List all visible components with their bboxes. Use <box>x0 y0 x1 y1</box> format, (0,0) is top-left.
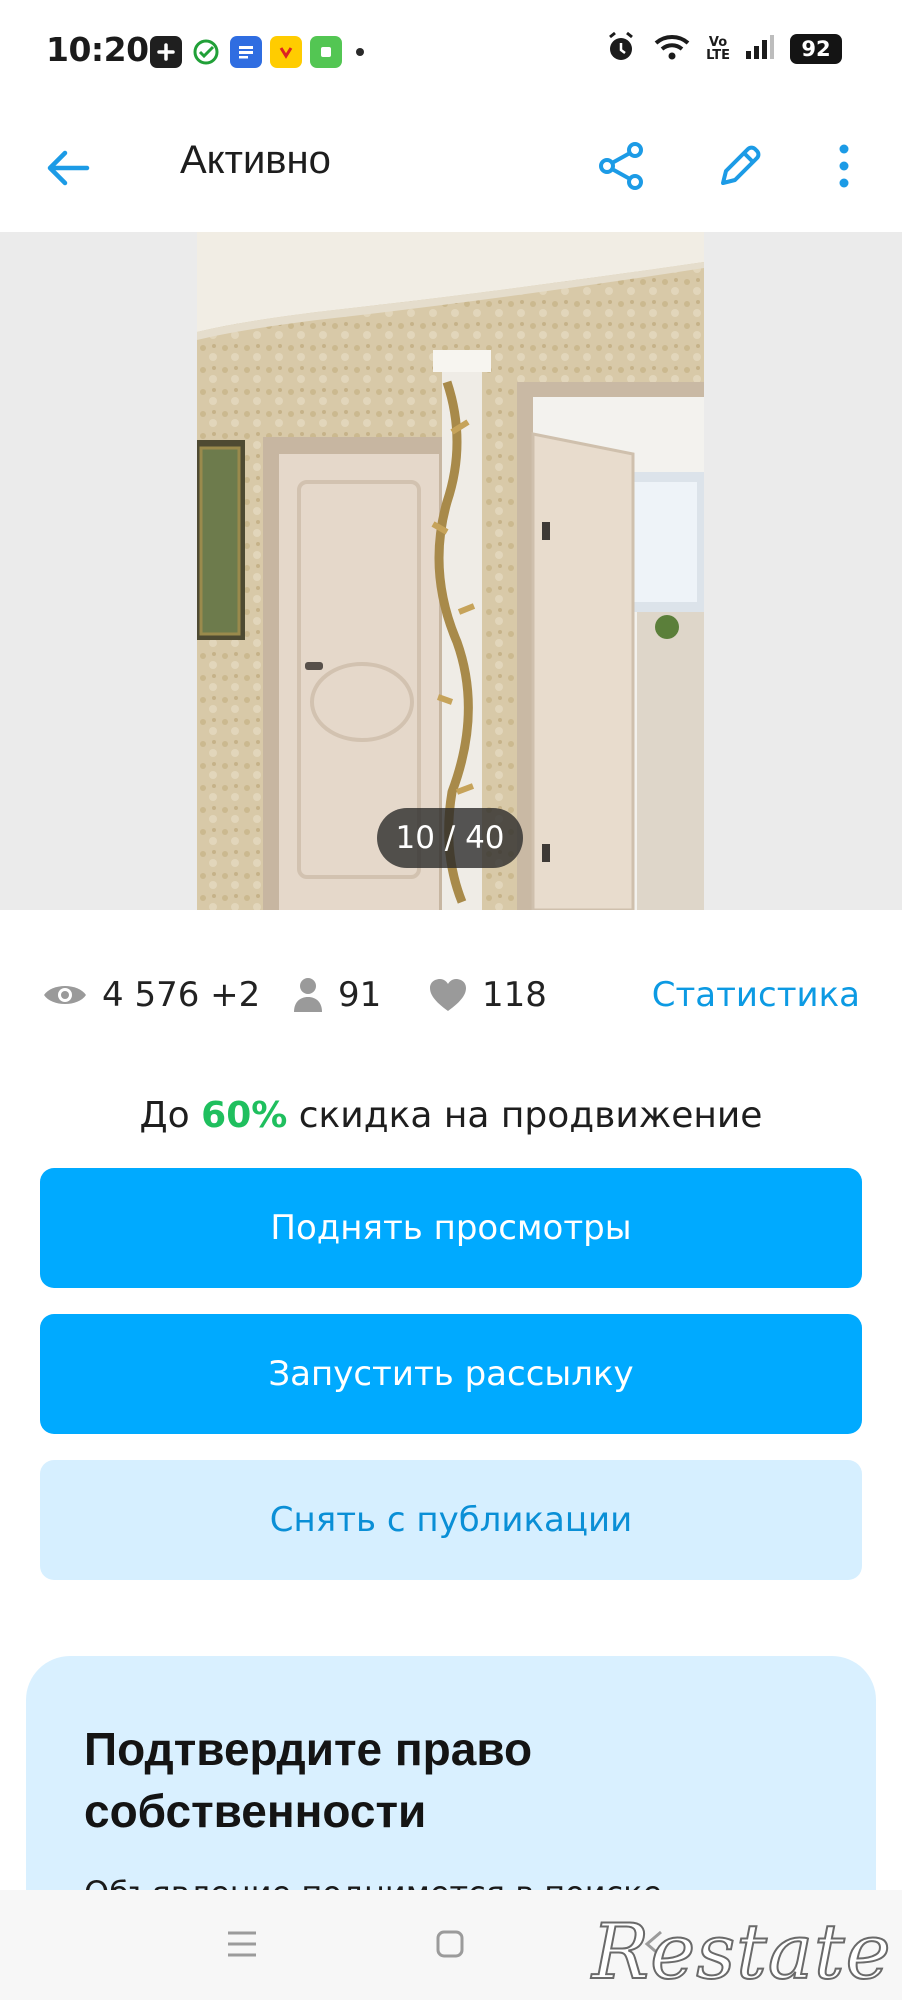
raise-views-button[interactable]: Поднять просмотры <box>40 1168 862 1288</box>
system-icons: Vo LTE 92 <box>604 30 842 68</box>
views-stat: 4 576 +2 <box>42 965 260 1025</box>
views-count: 4 576 +2 <box>102 975 261 1015</box>
system-nav-bar: Restate <box>0 1890 902 2000</box>
edit-icon <box>721 145 761 185</box>
brand-watermark: Restate <box>591 1907 892 1996</box>
add-icon <box>150 36 182 68</box>
listing-screen: 10:20 Vo LTE 92 Активно 10 / 40 4 576 +2… <box>0 0 902 2000</box>
share-button[interactable] <box>590 134 654 198</box>
photo-gallery[interactable]: 10 / 40 <box>0 232 902 910</box>
promo-discount: 60% <box>201 1095 288 1136</box>
ownership-title: Подтвердите право собственности <box>84 1723 533 1837</box>
signal-icon <box>744 33 776 65</box>
app-icon <box>230 36 262 68</box>
stats-row: 4 576 +2 91 118 Статистика <box>0 965 902 1025</box>
promo-text: До 60% скидка на продвижение <box>0 1095 902 1136</box>
share-icon <box>599 142 643 190</box>
eye-icon <box>42 980 88 1010</box>
photo-counter: 10 / 40 <box>377 808 523 868</box>
home-icon <box>436 1930 464 1958</box>
app-bar: Активно <box>0 104 902 232</box>
more-button[interactable] <box>824 134 864 198</box>
favorites-count: 118 <box>482 975 547 1015</box>
back-arrow-icon <box>47 150 90 186</box>
more-icon <box>839 144 849 188</box>
volte-icon: Vo LTE <box>706 36 730 62</box>
alarm-icon <box>604 30 638 68</box>
yandex-icon <box>270 36 302 68</box>
favorites-stat: 118 <box>428 965 547 1025</box>
notification-dot-icon <box>356 48 364 56</box>
battery-icon: 92 <box>790 34 842 64</box>
app-icon <box>310 36 342 68</box>
promo-suffix: скидка на продвижение <box>287 1095 763 1136</box>
promo-prefix: До <box>139 1095 202 1136</box>
sber-icon <box>190 36 222 68</box>
status-time: 10:20 <box>46 30 149 69</box>
wifi-icon <box>652 31 692 67</box>
notification-icons <box>150 36 364 68</box>
back-button[interactable] <box>40 140 96 196</box>
home-button[interactable] <box>430 1924 470 1964</box>
person-icon <box>292 976 324 1014</box>
volte-bottom-label: LTE <box>706 48 730 63</box>
heart-icon <box>428 977 468 1013</box>
page-title: Активно <box>180 138 331 182</box>
menu-icon <box>228 1931 256 1957</box>
unpublish-button[interactable]: Снять с публикации <box>40 1460 862 1580</box>
start-mailing-button[interactable]: Запустить рассылку <box>40 1314 862 1434</box>
contacts-stat: 91 <box>292 965 381 1025</box>
contacts-count: 91 <box>338 975 382 1015</box>
statistics-link[interactable]: Статистика <box>652 965 860 1025</box>
recent-apps-button[interactable] <box>222 1924 262 1964</box>
status-bar: 10:20 Vo LTE 92 <box>0 0 902 104</box>
edit-button[interactable] <box>708 134 772 198</box>
